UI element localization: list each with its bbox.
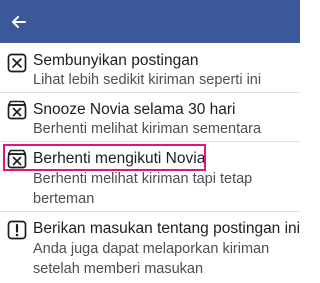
arrow-left-icon xyxy=(12,16,26,28)
highlight-box xyxy=(3,144,206,171)
top-bar xyxy=(0,0,300,43)
menu-item-title: Sembunyikan postingan xyxy=(33,52,199,69)
menu-item-description: Lihat lebih sedikit kiriman seperti ini xyxy=(33,72,262,88)
back-button[interactable] xyxy=(8,11,30,33)
exclamation-box-icon xyxy=(7,220,27,240)
menu-item-description: Berhenti melihat kiriman sementara xyxy=(33,121,262,137)
menu-item-title: Snooze Novia selama 30 hari xyxy=(33,101,236,118)
menu-item-snooze[interactable]: Snooze Novia selama 30 hari Berhenti mel… xyxy=(0,93,300,142)
x-box-icon xyxy=(7,53,27,73)
menu-item-description: Berhenti melihat kiriman tapi tetap bert… xyxy=(33,171,253,207)
snooze-box-icon xyxy=(7,100,27,120)
menu-item-description: Anda juga dapat melaporkan kiriman setel… xyxy=(33,241,270,277)
menu-item-give-feedback[interactable]: Berikan masukan tentang postingan ini An… xyxy=(0,212,300,283)
menu-item-hide-post[interactable]: Sembunyikan postingan Lihat lebih sediki… xyxy=(0,43,300,93)
menu-item-title: Berikan masukan tentang postingan ini xyxy=(33,220,301,237)
